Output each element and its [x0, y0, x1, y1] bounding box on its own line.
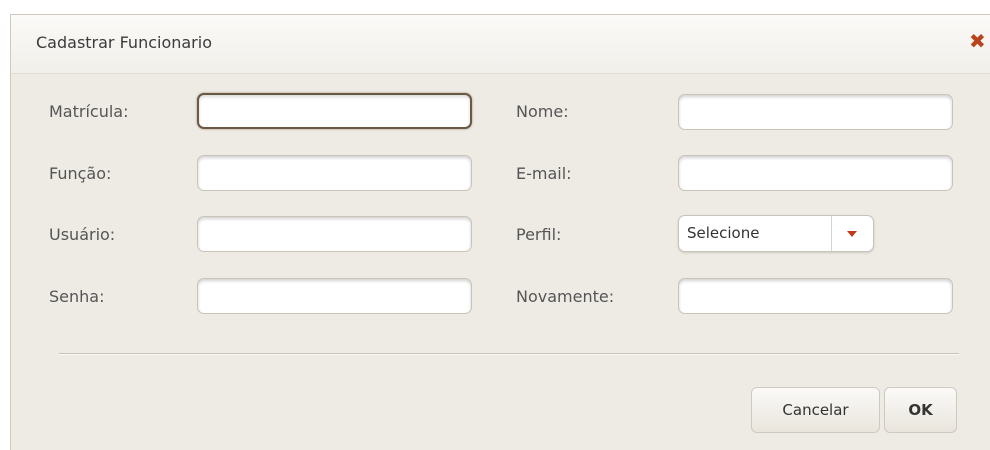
select-divider	[831, 216, 832, 251]
email-label: E-mail:	[516, 164, 572, 183]
nome-label: Nome:	[516, 102, 569, 121]
close-icon[interactable]: ✖	[969, 31, 986, 51]
dialog: Cadastrar Funcionario ✖ Matrícula: Nome:…	[10, 14, 990, 450]
senha-input[interactable]	[197, 278, 472, 314]
perfil-label: Perfil:	[516, 225, 562, 244]
usuario-label: Usuário:	[49, 225, 116, 244]
email-input[interactable]	[678, 155, 953, 191]
matricula-input[interactable]	[197, 93, 472, 129]
cancel-button[interactable]: Cancelar	[751, 387, 880, 433]
divider	[59, 353, 959, 355]
dialog-titlebar: Cadastrar Funcionario ✖	[11, 15, 990, 74]
nome-input[interactable]	[678, 94, 953, 130]
perfil-selected-value: Selecione	[687, 224, 760, 242]
perfil-select[interactable]: Selecione	[678, 215, 874, 252]
funcao-input[interactable]	[197, 155, 472, 191]
chevron-down-icon[interactable]	[847, 231, 857, 237]
matricula-label: Matrícula:	[49, 102, 129, 121]
funcao-label: Função:	[49, 164, 112, 183]
senha-label: Senha:	[49, 287, 105, 306]
novamente-input[interactable]	[678, 278, 953, 314]
dialog-title: Cadastrar Funcionario	[36, 33, 212, 52]
ok-button[interactable]: OK	[884, 387, 957, 433]
novamente-label: Novamente:	[516, 287, 615, 306]
usuario-input[interactable]	[197, 216, 472, 252]
